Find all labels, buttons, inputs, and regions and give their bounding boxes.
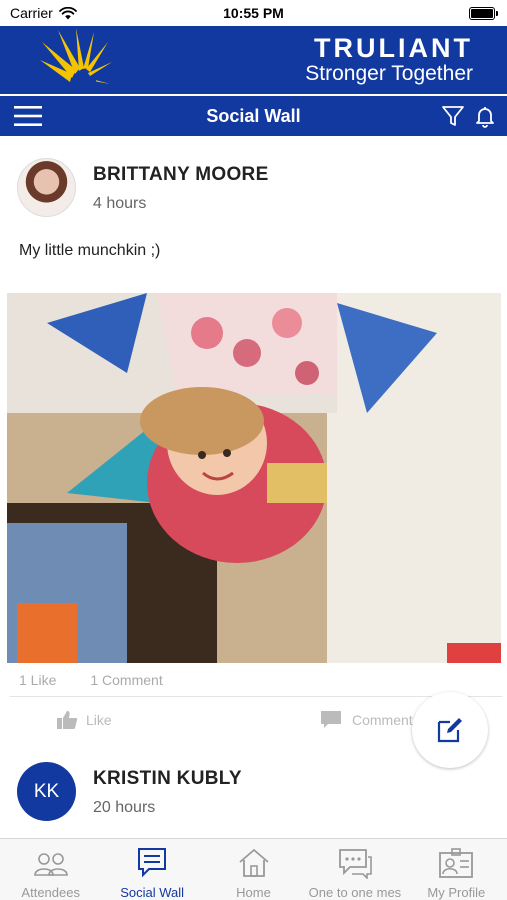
- social-feed[interactable]: BRITTANY MOORE 4 hours My little munchki…: [0, 136, 507, 838]
- divider: [10, 696, 502, 697]
- like-button[interactable]: Like: [56, 710, 112, 730]
- chat-icon: [339, 849, 372, 879]
- tab-label: One to one mes: [308, 885, 402, 900]
- thumbs-up-icon: [57, 711, 78, 729]
- tab-bar: Attendees Social Wall Home One to one me…: [0, 838, 507, 900]
- brand-name: TRULIANT: [314, 33, 473, 63]
- tab-label: My Profile: [427, 885, 486, 900]
- post-photo[interactable]: [7, 293, 501, 663]
- avatar[interactable]: KK: [17, 762, 76, 821]
- tab-home[interactable]: Home: [203, 839, 304, 900]
- nav-bar: Social Wall: [0, 96, 507, 136]
- tab-label: Attendees: [21, 885, 80, 900]
- tab-label: Home: [236, 885, 271, 900]
- status-bar: Carrier 10:55 PM: [0, 0, 507, 26]
- wifi-icon: [58, 6, 77, 19]
- post-author[interactable]: KRISTIN KUBLY: [93, 768, 242, 790]
- page-title: Social Wall: [206, 106, 301, 126]
- post-text: My little munchkin ;): [19, 242, 161, 259]
- comment-button[interactable]: Comment: [320, 710, 413, 730]
- comment-icon: [321, 711, 341, 728]
- attendees-icon: [33, 853, 68, 876]
- post-timestamp: 20 hours: [93, 799, 156, 816]
- post-stats: 1 Like 1 Comment: [19, 672, 163, 688]
- comment-count[interactable]: 1 Comment: [90, 672, 162, 688]
- home-icon: [238, 848, 269, 877]
- tab-label: Social Wall: [120, 885, 185, 900]
- battery-icon: [469, 6, 498, 20]
- profile-icon: [439, 848, 474, 878]
- like-button-label: Like: [86, 712, 112, 728]
- brand-banner: TRULIANT Stronger Together: [0, 26, 507, 94]
- brand-tagline: Stronger Together: [305, 62, 473, 85]
- avatar[interactable]: [17, 158, 76, 217]
- compose-post-button[interactable]: [412, 692, 488, 768]
- filter-icon[interactable]: [441, 104, 465, 128]
- tab-my-profile[interactable]: My Profile: [406, 839, 507, 900]
- like-count[interactable]: 1 Like: [19, 672, 56, 688]
- compose-icon: [437, 718, 462, 743]
- tab-attendees[interactable]: Attendees: [0, 839, 101, 900]
- post-photo-image: [7, 293, 501, 663]
- carrier-label: Carrier: [10, 5, 53, 21]
- post-timestamp: 4 hours: [93, 195, 147, 212]
- tab-one-to-one-messages[interactable]: One to one mes: [304, 839, 405, 900]
- social-wall-icon: [138, 848, 167, 878]
- bell-icon[interactable]: [473, 104, 497, 128]
- post-author[interactable]: BRITTANY MOORE: [93, 164, 269, 186]
- sun-logo-icon: [40, 28, 112, 92]
- avatar-initials: KK: [33, 780, 60, 802]
- status-left: Carrier: [10, 5, 77, 21]
- tab-social-wall[interactable]: Social Wall: [101, 839, 202, 900]
- brand-text: TRULIANT Stronger Together: [305, 34, 473, 86]
- comment-button-label: Comment: [352, 712, 413, 728]
